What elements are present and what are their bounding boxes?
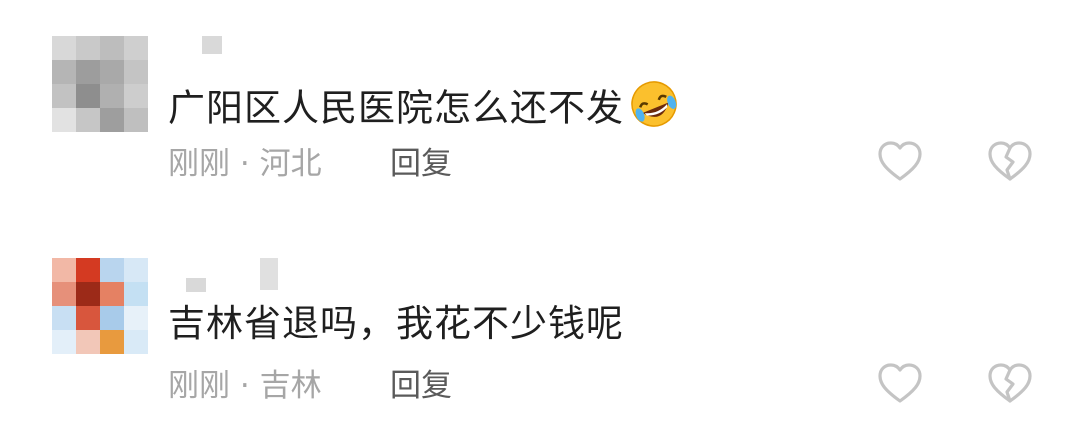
heart-outline-icon xyxy=(878,363,922,403)
dislike-button[interactable] xyxy=(986,360,1034,408)
timestamp: 刚刚 xyxy=(168,368,230,404)
like-button[interactable] xyxy=(876,360,924,408)
broken-heart-outline-icon xyxy=(988,363,1032,403)
comment-meta: 刚刚 · 吉林 xyxy=(168,366,322,406)
comment-item: 吉林省退吗，我花不少钱呢 刚刚 · 吉林 回复 xyxy=(0,0,1080,404)
meta-separator: · xyxy=(239,368,250,404)
username-blurred[interactable] xyxy=(170,258,290,292)
reply-button[interactable]: 回复 xyxy=(390,366,452,406)
comment-text: 吉林省退吗，我花不少钱呢 xyxy=(168,300,624,348)
location: 吉林 xyxy=(259,368,322,404)
comment-text-content: 吉林省退吗，我花不少钱呢 xyxy=(168,302,624,345)
avatar[interactable] xyxy=(52,258,148,354)
